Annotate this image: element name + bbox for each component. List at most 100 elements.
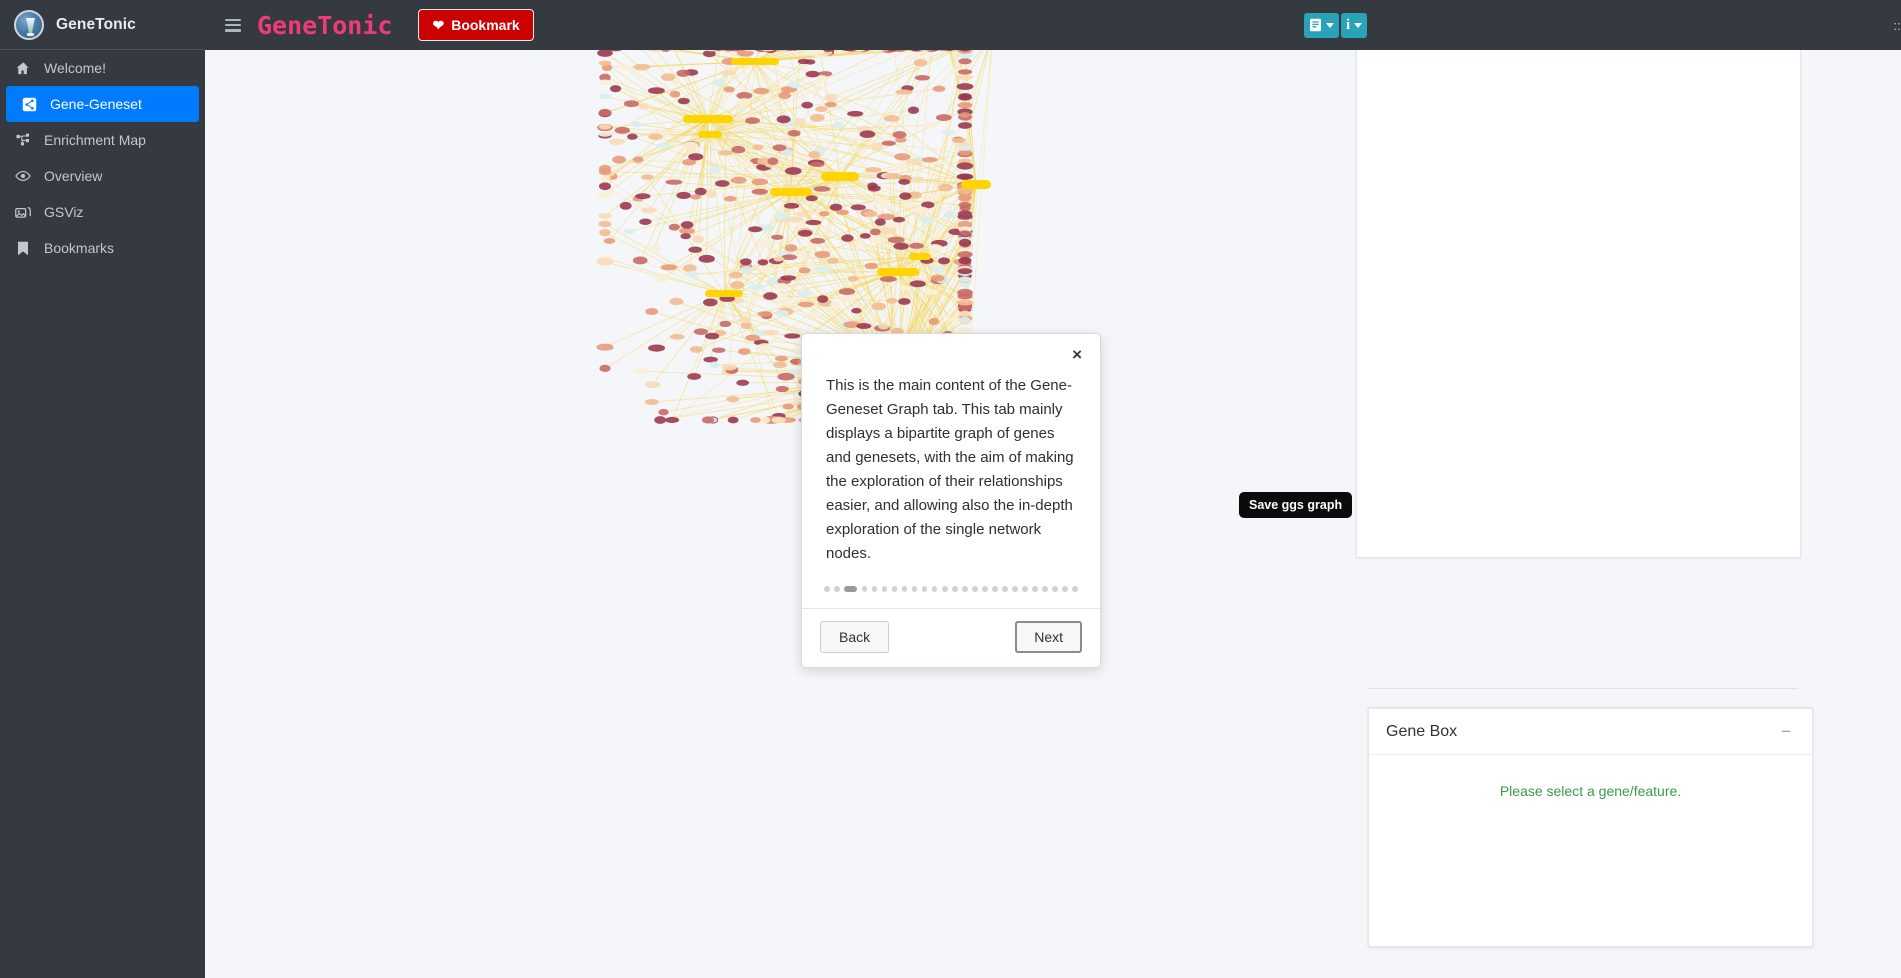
gene-node[interactable]	[797, 301, 815, 308]
gene-node[interactable]	[596, 343, 614, 351]
gene-node[interactable]	[905, 158, 922, 165]
gene-node[interactable]	[645, 308, 659, 316]
gene-node[interactable]	[892, 216, 905, 223]
gene-node[interactable]	[871, 302, 887, 311]
gene-node[interactable]	[598, 108, 612, 117]
bipartite-network-graph[interactable]	[205, 50, 1325, 978]
gene-node[interactable]	[805, 219, 822, 226]
gene-node[interactable]	[884, 172, 902, 180]
gene-node[interactable]	[958, 210, 972, 218]
gene-node[interactable]	[740, 321, 752, 330]
gene-node[interactable]	[931, 265, 946, 273]
gene-node[interactable]	[832, 121, 846, 129]
gene-node[interactable]	[644, 380, 661, 389]
gene-node[interactable]	[805, 195, 818, 202]
gene-node[interactable]	[784, 167, 802, 175]
gene-node[interactable]	[959, 230, 971, 237]
next-button[interactable]: Next	[1015, 621, 1082, 653]
gene-node[interactable]	[817, 295, 829, 303]
gene-node[interactable]	[930, 274, 945, 282]
gene-node[interactable]	[869, 228, 881, 236]
gene-node[interactable]	[614, 126, 631, 134]
gene-node[interactable]	[751, 178, 769, 186]
sidebar-item-enrichment-map[interactable]: Enrichment Map	[0, 122, 199, 158]
gene-node[interactable]	[633, 368, 650, 374]
gene-node[interactable]	[619, 64, 632, 71]
gene-node[interactable]	[730, 176, 747, 184]
gene-node[interactable]	[705, 190, 717, 198]
gene-node[interactable]	[598, 182, 612, 191]
gene-node[interactable]	[841, 234, 854, 242]
gene-node[interactable]	[704, 305, 717, 314]
gene-node[interactable]	[599, 364, 611, 372]
gene-node[interactable]	[815, 106, 828, 113]
gene-node[interactable]	[920, 216, 934, 224]
gene-node[interactable]	[599, 174, 611, 182]
gene-node[interactable]	[772, 144, 787, 151]
gene-node[interactable]	[956, 299, 974, 306]
gene-node[interactable]	[794, 252, 808, 260]
gene-node[interactable]	[709, 361, 720, 369]
gene-node[interactable]	[951, 137, 966, 144]
gene-node[interactable]	[669, 297, 684, 306]
gene-node[interactable]	[760, 266, 775, 274]
gene-node[interactable]	[737, 98, 752, 106]
gene-node[interactable]	[826, 257, 839, 264]
gene-node[interactable]	[639, 218, 652, 225]
gene-node[interactable]	[690, 194, 701, 200]
gene-node[interactable]	[958, 256, 972, 265]
gene-node[interactable]	[676, 69, 690, 77]
gene-node[interactable]	[627, 133, 638, 140]
gene-node[interactable]	[637, 103, 649, 110]
gene-node[interactable]	[958, 238, 972, 247]
gene-node[interactable]	[709, 165, 722, 174]
gene-node[interactable]	[912, 176, 925, 182]
gene-node[interactable]	[719, 320, 732, 328]
gene-node[interactable]	[909, 242, 924, 249]
gene-node[interactable]	[655, 275, 669, 283]
gene-node[interactable]	[873, 197, 890, 205]
gene-node[interactable]	[958, 276, 972, 283]
gene-node[interactable]	[736, 379, 750, 386]
gene-node[interactable]	[677, 97, 690, 105]
gene-node[interactable]	[597, 213, 613, 219]
header-overflow-clipped[interactable]: ::	[1865, 0, 1901, 50]
gene-node[interactable]	[797, 229, 813, 237]
info-dropdown-button[interactable]: i	[1341, 13, 1368, 38]
gene-node[interactable]	[668, 223, 680, 231]
gene-node[interactable]	[959, 316, 971, 324]
gene-node[interactable]	[887, 236, 905, 244]
gene-node[interactable]	[777, 298, 793, 307]
gene-node[interactable]	[762, 329, 780, 336]
gene-node[interactable]	[750, 417, 761, 423]
gene-node[interactable]	[644, 399, 659, 405]
gene-node[interactable]	[731, 145, 746, 154]
gene-node[interactable]	[814, 250, 831, 259]
gene-node[interactable]	[715, 180, 730, 187]
gene-node[interactable]	[851, 307, 862, 314]
gene-node[interactable]	[864, 262, 878, 270]
gene-node[interactable]	[956, 162, 974, 170]
gene-node[interactable]	[870, 142, 884, 150]
gene-node[interactable]	[718, 150, 733, 156]
gene-node[interactable]	[913, 59, 928, 67]
gene-node[interactable]	[687, 373, 702, 380]
gene-node[interactable]	[959, 112, 971, 118]
gene-node[interactable]	[748, 294, 764, 302]
gene-node[interactable]	[883, 115, 900, 122]
gene-node[interactable]	[829, 301, 841, 310]
geneset-node[interactable]	[731, 58, 779, 65]
gene-node[interactable]	[777, 372, 795, 381]
gene-node[interactable]	[957, 102, 973, 109]
gene-node[interactable]	[771, 416, 786, 424]
gene-node[interactable]	[631, 121, 643, 127]
gene-node[interactable]	[763, 292, 778, 300]
gene-node[interactable]	[922, 122, 937, 128]
gene-node[interactable]	[784, 244, 798, 252]
gene-node[interactable]	[776, 115, 791, 124]
gene-node[interactable]	[824, 93, 838, 102]
gene-node[interactable]	[810, 237, 826, 244]
gene-node[interactable]	[956, 74, 974, 81]
gene-node[interactable]	[944, 210, 957, 219]
geneset-node[interactable]	[961, 180, 991, 189]
